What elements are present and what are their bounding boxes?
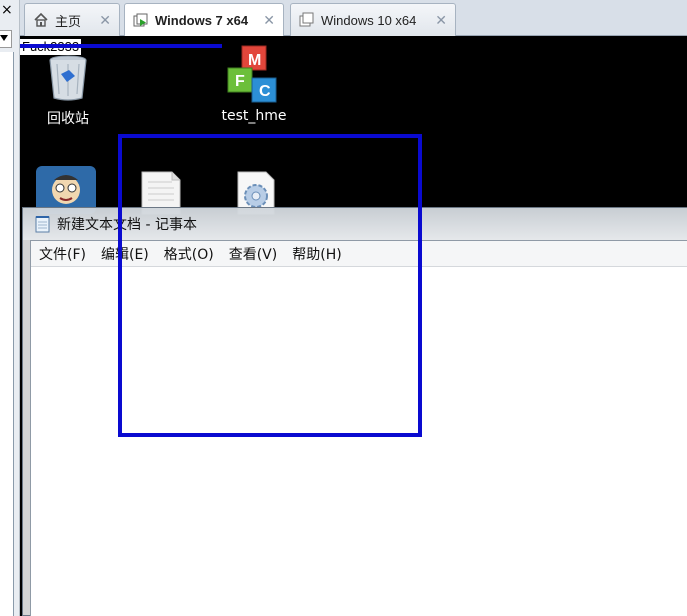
desktop-icon-test-hme[interactable]: M F C test_hme <box>221 44 287 124</box>
tab-windows-10[interactable]: Windows 10 x64 ✕ <box>290 3 456 36</box>
svg-text:C: C <box>259 83 271 100</box>
desktop-icon-label: test_hme <box>221 108 287 124</box>
desktop-icon-recycle-bin[interactable]: 回收站 <box>42 50 94 127</box>
tab-home[interactable]: 主页 ✕ <box>24 3 120 36</box>
close-icon[interactable]: ✕ <box>99 12 111 29</box>
close-icon[interactable]: ✕ <box>435 12 447 29</box>
mfc-app-icon: M F C <box>226 45 286 108</box>
chevron-down-icon[interactable] <box>0 35 8 41</box>
vm-icon <box>299 12 315 28</box>
menu-file[interactable]: 文件(F) <box>31 244 93 264</box>
host-left-strip: × <box>0 0 20 616</box>
desktop-icon-label: 回收站 <box>47 111 89 127</box>
tab-home-label: 主页 <box>55 13 82 29</box>
svg-text:F: F <box>235 73 245 90</box>
tab-windows-10-label: Windows 10 x64 <box>321 12 417 28</box>
close-icon[interactable]: × <box>1 2 13 18</box>
annotation-line <box>20 44 222 48</box>
vm-running-icon <box>133 13 149 29</box>
home-icon <box>33 12 49 28</box>
tab-windows-7[interactable]: Windows 7 x64 ✕ <box>124 3 284 37</box>
tab-windows-7-label: Windows 7 x64 <box>155 13 249 28</box>
close-icon[interactable]: ✕ <box>263 12 275 29</box>
notepad-icon <box>35 215 51 233</box>
annotation-rectangle <box>118 134 422 437</box>
tab-bar: 主页 ✕ Windows 7 x64 ✕ Windows 10 x64 ✕ <box>20 0 687 37</box>
side-panel <box>0 52 14 616</box>
svg-text:M: M <box>248 52 261 69</box>
recycle-bin-icon <box>42 55 94 106</box>
